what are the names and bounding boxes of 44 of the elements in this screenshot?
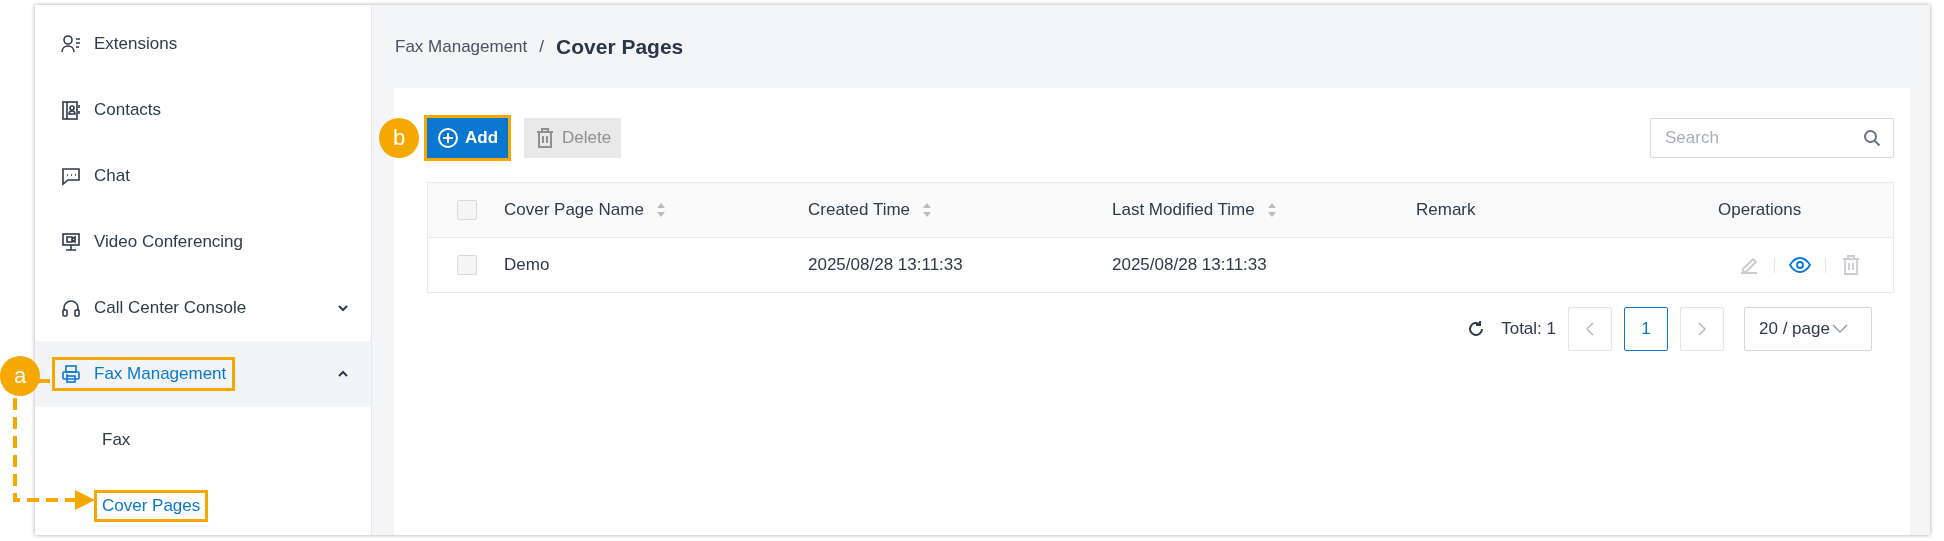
nav-item[interactable]: Call Center Console: [35, 275, 371, 341]
address-book-icon: [61, 100, 81, 120]
chevron-down-icon[interactable]: [337, 302, 349, 314]
chevron-down-icon: [1831, 324, 1848, 334]
nav-subitem[interactable]: Fax: [97, 427, 136, 453]
column-header[interactable]: Last Modified Time: [1112, 200, 1277, 220]
page-button[interactable]: 1: [1624, 307, 1668, 351]
nav-item[interactable]: Contacts: [35, 77, 371, 143]
page-title: Cover Pages: [556, 34, 684, 59]
add-button[interactable]: Add: [427, 118, 509, 158]
nav-item[interactable]: Video Conferencing: [35, 209, 371, 275]
callout-badge: b: [379, 118, 419, 158]
video-screen-icon: [61, 232, 81, 252]
eye-icon[interactable]: [1789, 254, 1811, 276]
search-input[interactable]: Search: [1663, 127, 1863, 149]
nav-item[interactable]: Fax Management: [35, 341, 371, 407]
table-cell: 2025/08/28 13:11:33: [1112, 255, 1267, 274]
sort-icon[interactable]: [1266, 202, 1277, 218]
chevron-right-icon: [1696, 322, 1708, 336]
breadcrumb-link[interactable]: Fax Management: [395, 36, 528, 57]
total-count: Total: 1: [1501, 319, 1556, 339]
search-icon[interactable]: [1863, 129, 1881, 147]
select-all-checkbox[interactable]: [457, 200, 477, 220]
plus-circle-icon: [437, 127, 459, 149]
page-size-select[interactable]: 20 / page: [1744, 307, 1872, 351]
column-header: Remark: [1416, 200, 1476, 220]
breadcrumb-separator: /: [539, 36, 545, 57]
table-cell: Demo: [504, 255, 550, 274]
refresh-icon[interactable]: [1467, 320, 1486, 338]
sort-icon[interactable]: [922, 202, 933, 218]
nav-subitem[interactable]: Cover Pages: [97, 493, 206, 519]
row-checkbox[interactable]: [457, 255, 477, 275]
column-header[interactable]: Cover Page Name: [504, 200, 666, 220]
nav-item[interactable]: Chat: [35, 143, 371, 209]
headset-icon: [61, 298, 81, 318]
chevron-left-icon: [1584, 322, 1596, 336]
table-cell: 2025/08/28 13:11:33: [808, 255, 963, 274]
column-header[interactable]: Created Time: [808, 200, 933, 220]
search-field[interactable]: Search: [1650, 118, 1894, 158]
chat-bubble-icon: [61, 166, 81, 186]
column-header: Operations: [1718, 200, 1802, 220]
contacts-list-icon: [61, 34, 81, 54]
nav-item[interactable]: Extensions: [35, 11, 371, 77]
sort-icon[interactable]: [655, 202, 666, 218]
